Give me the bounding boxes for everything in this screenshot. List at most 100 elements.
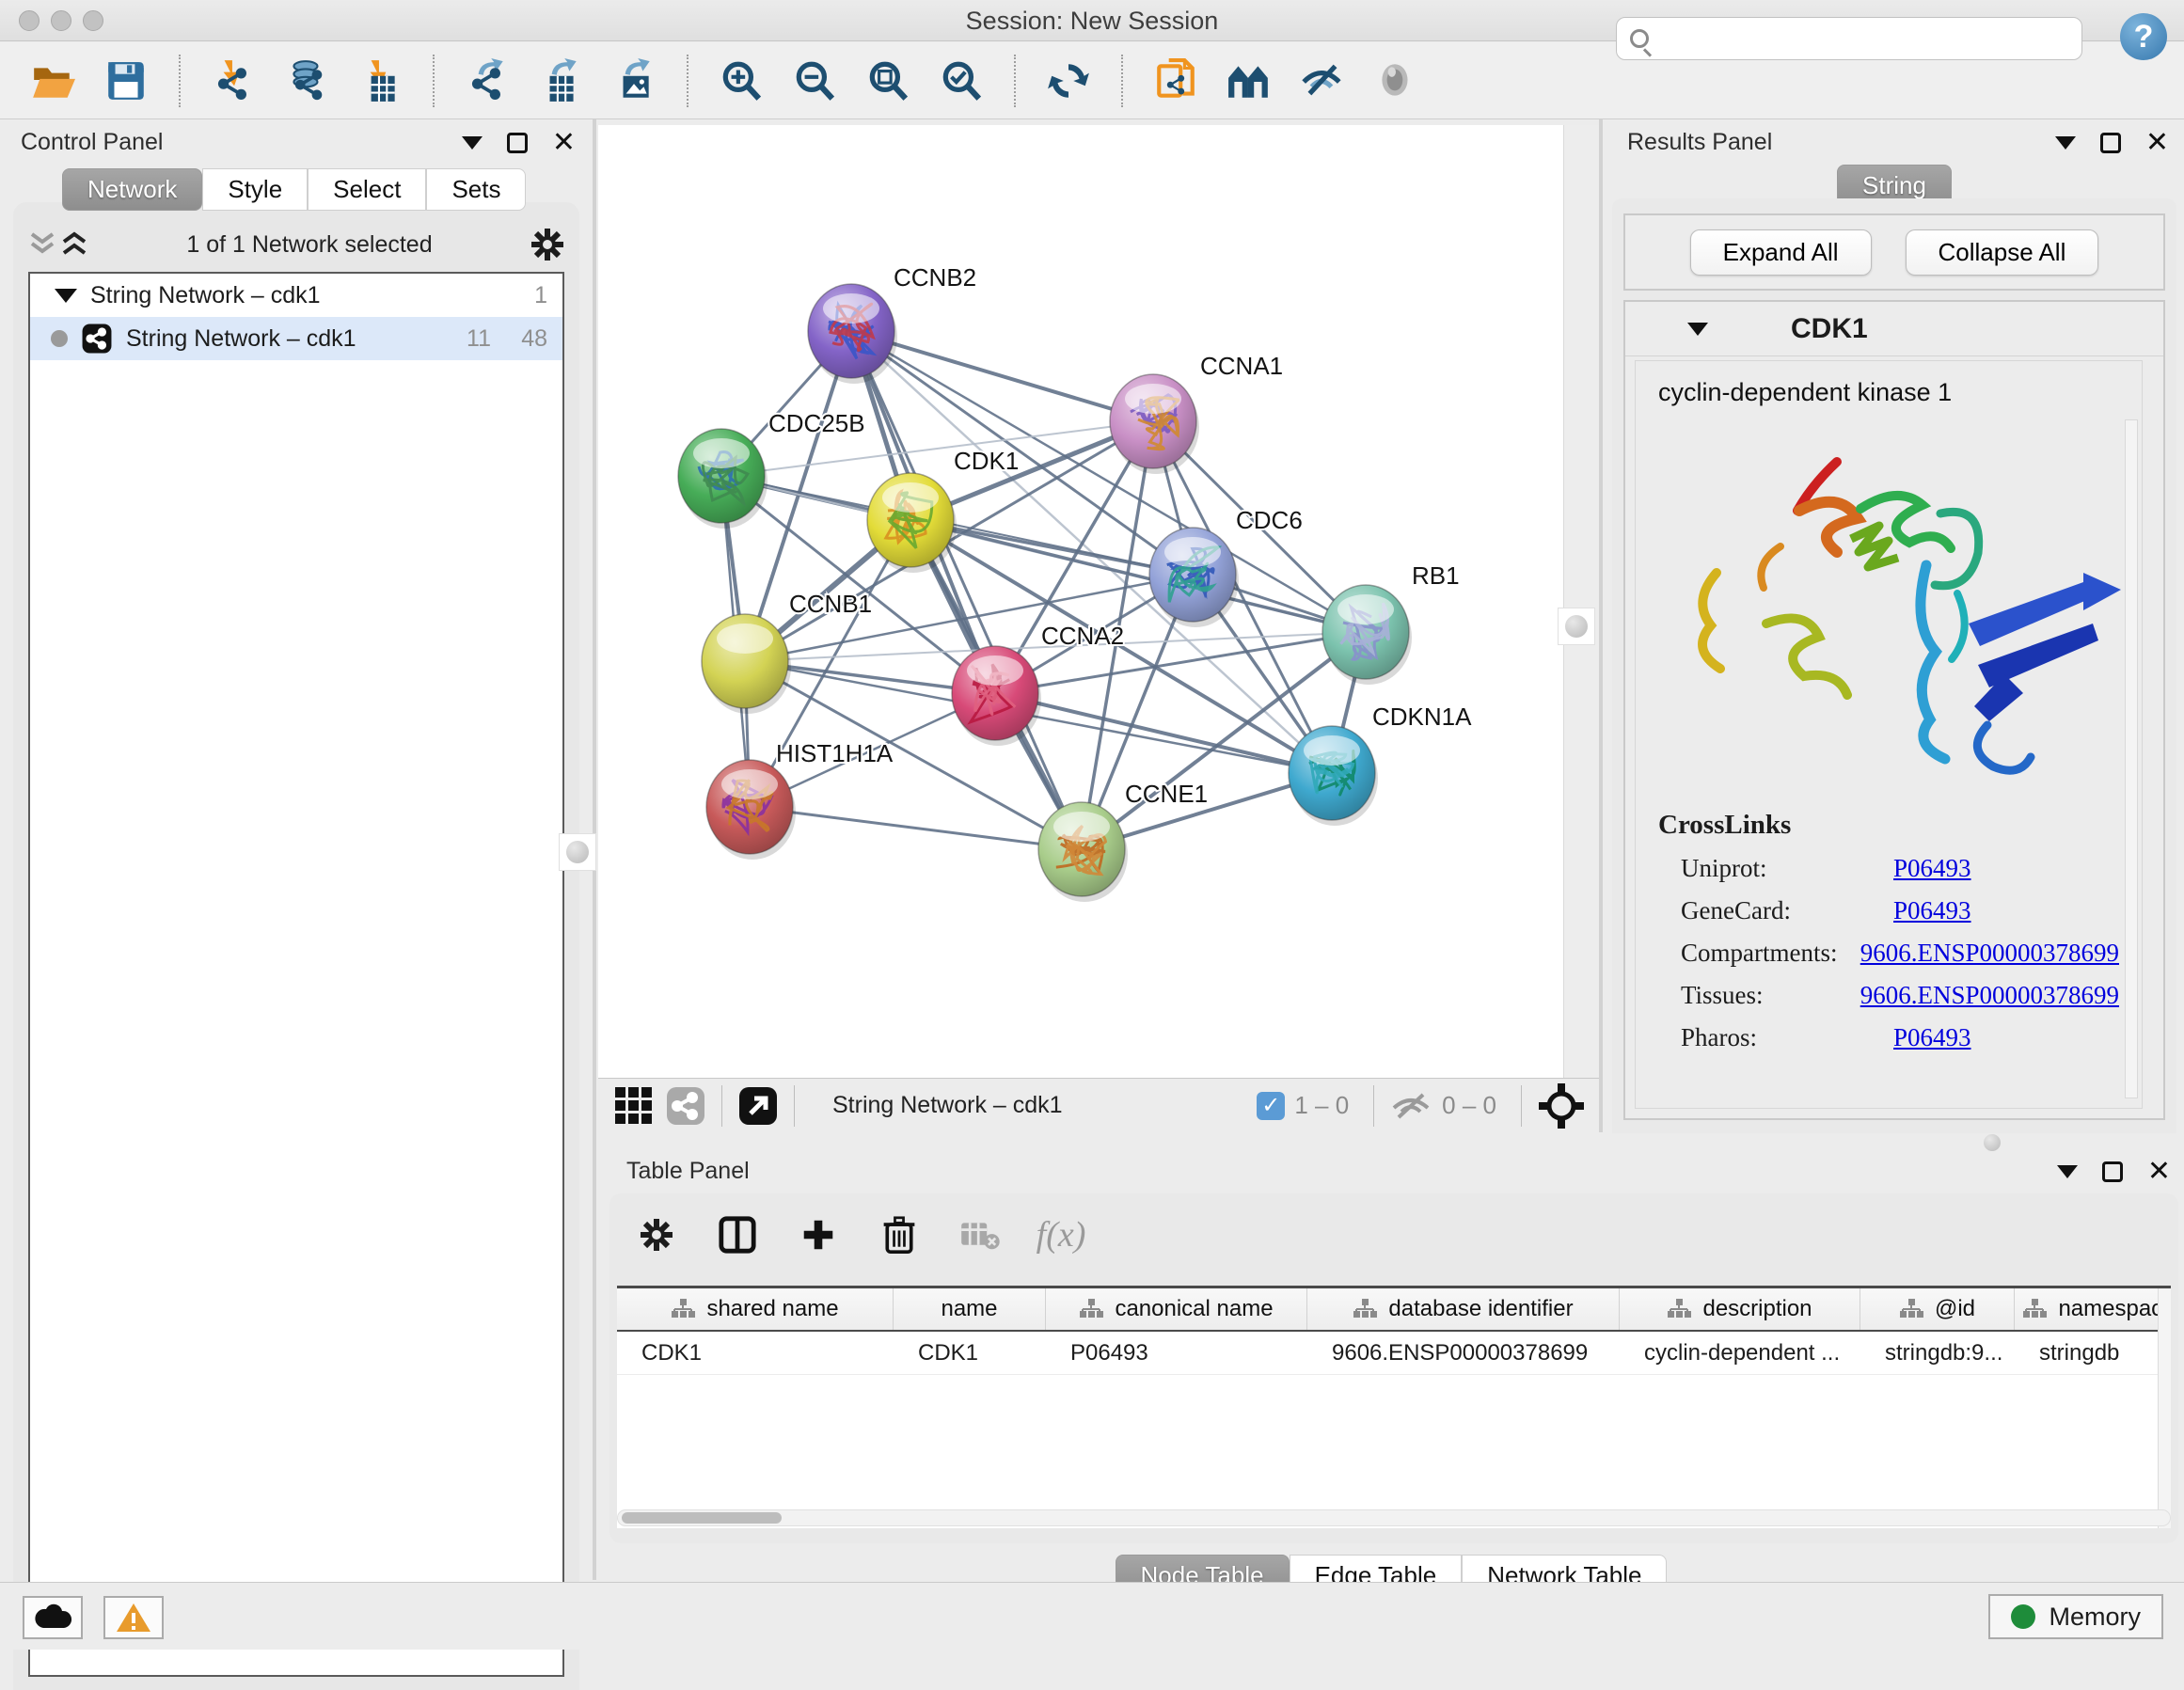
column-header--id[interactable]: @id xyxy=(1860,1288,2015,1330)
crosslink-link[interactable]: P06493 xyxy=(1893,896,1971,925)
column-header-database-identifier[interactable]: database identifier xyxy=(1307,1288,1620,1330)
fit-selected-crosshair-icon[interactable] xyxy=(1537,1082,1586,1130)
import-network-file-button[interactable] xyxy=(209,56,258,105)
help-button[interactable]: ? xyxy=(2120,13,2167,60)
results-scrollbar[interactable] xyxy=(2125,419,2138,1098)
show-all-button[interactable] xyxy=(1371,56,1420,105)
node-CCNB1[interactable]: CCNB1 xyxy=(702,590,872,714)
expand-all-networks-icon[interactable] xyxy=(58,230,90,259)
hide-selected-button[interactable] xyxy=(1298,56,1347,105)
column-header-canonical-name[interactable]: canonical name xyxy=(1046,1288,1307,1330)
delete-table-icon xyxy=(959,1214,1001,1256)
import-network-database-button[interactable] xyxy=(282,56,331,105)
tab-network[interactable]: Network xyxy=(62,168,202,211)
node-CDKN1A[interactable]: CDKN1A xyxy=(1289,703,1472,826)
results-panel-collapse-handle[interactable] xyxy=(1558,608,1595,645)
results-panel-float-icon[interactable] xyxy=(2100,133,2121,153)
current-network-bullet-icon xyxy=(51,330,68,347)
table-panel-menu-icon[interactable] xyxy=(2057,1165,2078,1178)
table-vertical-scrollbar[interactable] xyxy=(2158,1288,2171,1528)
zoom-in-button[interactable] xyxy=(717,56,766,105)
crosslink-link[interactable]: 9606.ENSP00000378699 xyxy=(1860,981,2119,1010)
column-label: shared name xyxy=(706,1296,838,1322)
delete-column-trash-icon[interactable] xyxy=(878,1214,920,1256)
node-CDC6[interactable]: CDC6 xyxy=(1149,506,1303,627)
zoom-out-button[interactable] xyxy=(790,56,839,105)
network-results-splitter[interactable] xyxy=(1599,119,1603,1133)
edge-HIST1H1A-CCNE1[interactable] xyxy=(750,807,1082,849)
network-tree-row[interactable]: String Network – cdk11 xyxy=(30,274,562,317)
open-session-button[interactable] xyxy=(28,56,77,105)
selected-checkbox-icon[interactable]: ✓ xyxy=(1257,1092,1285,1120)
tree-expander-icon[interactable] xyxy=(55,289,77,303)
memory-button[interactable]: Memory xyxy=(1988,1594,2163,1639)
table-panel-close-icon[interactable]: ✕ xyxy=(2147,1161,2171,1182)
control-panel-menu-icon[interactable] xyxy=(462,136,483,150)
tab-style[interactable]: Style xyxy=(202,168,308,211)
node-RB1[interactable]: RB1 xyxy=(1322,561,1460,685)
string-view-icon[interactable] xyxy=(665,1085,706,1127)
search-input[interactable] xyxy=(1649,20,2081,57)
gene-panel-header[interactable]: CDK1 xyxy=(1625,302,2163,356)
crosslink-link[interactable]: P06493 xyxy=(1893,1023,1971,1052)
gene-collapse-icon[interactable] xyxy=(1687,323,1708,336)
node-table-header: shared name name canonical name database … xyxy=(617,1288,2171,1332)
crosslink-link[interactable]: 9606.ENSP00000378699 xyxy=(1860,939,2119,968)
node-CCNE1[interactable]: CCNE1 xyxy=(1038,780,1208,902)
import-table-file-button[interactable] xyxy=(356,56,404,105)
collapse-all-networks-icon[interactable] xyxy=(26,230,58,259)
edge-CCNB2-CCNE1[interactable] xyxy=(851,331,1082,849)
control-panel-collapse-handle[interactable] xyxy=(559,833,596,871)
network-options-gear-icon[interactable] xyxy=(529,226,566,263)
tab-sets[interactable]: Sets xyxy=(426,168,526,211)
crosslink-row: Compartments: 9606.ENSP00000378699 xyxy=(1658,939,2119,968)
new-network-from-selection-button[interactable] xyxy=(1151,56,1200,105)
birdseye-grid-icon[interactable] xyxy=(615,1087,652,1124)
column-header-description[interactable]: description xyxy=(1620,1288,1860,1330)
results-panel-menu-icon[interactable] xyxy=(2055,136,2076,150)
results-panel-close-icon[interactable]: ✕ xyxy=(2145,133,2169,153)
warnings-button[interactable] xyxy=(103,1596,164,1639)
network-tree-row[interactable]: String Network – cdk11148 xyxy=(30,317,562,360)
network-view-toolbar: String Network – cdk1 ✓ 1 – 0 0 – 0 xyxy=(598,1078,1599,1132)
collapse-all-button[interactable]: Collapse All xyxy=(1906,229,2099,276)
show-columns-icon[interactable] xyxy=(717,1214,758,1256)
table-panel-float-icon[interactable] xyxy=(2102,1161,2123,1182)
network-table-splitter[interactable] xyxy=(598,1132,2184,1152)
node-table[interactable]: shared name name canonical name database … xyxy=(617,1286,2171,1528)
table-options-gear-icon[interactable] xyxy=(636,1214,677,1256)
refresh-button[interactable] xyxy=(1044,56,1093,105)
node-CCNB2[interactable]: CCNB2 xyxy=(808,263,976,384)
cloud-status-button[interactable] xyxy=(23,1596,83,1639)
node-CCNA1[interactable]: CCNA1 xyxy=(1110,352,1283,474)
node-HIST1H1A[interactable]: HIST1H1A xyxy=(706,739,894,860)
control-panel-close-icon[interactable]: ✕ xyxy=(552,133,576,153)
table-row[interactable]: CDK1CDK1P064939606.ENSP00000378699cyclin… xyxy=(617,1332,2171,1375)
export-image-button[interactable] xyxy=(609,56,658,105)
network-canvas[interactable]: CCNB2CCNA1CDC25BCDK1CDC6RB1CCNB1CCNA2CDK… xyxy=(598,125,1563,1078)
zoom-out-icon xyxy=(792,58,837,103)
tab-select[interactable]: Select xyxy=(308,168,426,211)
column-header-namespace[interactable]: namespace xyxy=(2015,1288,2171,1330)
first-neighbors-button[interactable] xyxy=(1225,56,1274,105)
edge-CCNA2-CDKN1A[interactable] xyxy=(995,693,1332,773)
save-session-button[interactable] xyxy=(102,56,150,105)
export-network-button[interactable] xyxy=(463,56,512,105)
table-horizontal-scrollbar[interactable] xyxy=(617,1509,2171,1526)
expand-all-button[interactable]: Expand All xyxy=(1690,229,1872,276)
crosslink-link[interactable]: P06493 xyxy=(1893,854,1971,883)
crosslink-label: GeneCard: xyxy=(1658,896,1893,925)
crosslink-row: Uniprot: P06493 xyxy=(1658,854,2119,883)
subnetwork-count: 1 xyxy=(504,282,547,309)
export-table-button[interactable] xyxy=(536,56,585,105)
create-column-plus-icon[interactable] xyxy=(798,1214,839,1256)
zoom-selected-button[interactable] xyxy=(937,56,986,105)
control-panel-float-icon[interactable] xyxy=(507,133,528,153)
node-CDK1[interactable]: CDK1 xyxy=(867,447,1019,573)
column-header-name[interactable]: name xyxy=(894,1288,1046,1330)
open-in-new-window-icon[interactable] xyxy=(737,1085,779,1127)
zoom-fit-button[interactable] xyxy=(863,56,912,105)
column-header-shared-name[interactable]: shared name xyxy=(617,1288,894,1330)
node-CCNA2[interactable]: CCNA2 xyxy=(952,622,1124,746)
table-cell: CDK1 xyxy=(617,1332,894,1374)
